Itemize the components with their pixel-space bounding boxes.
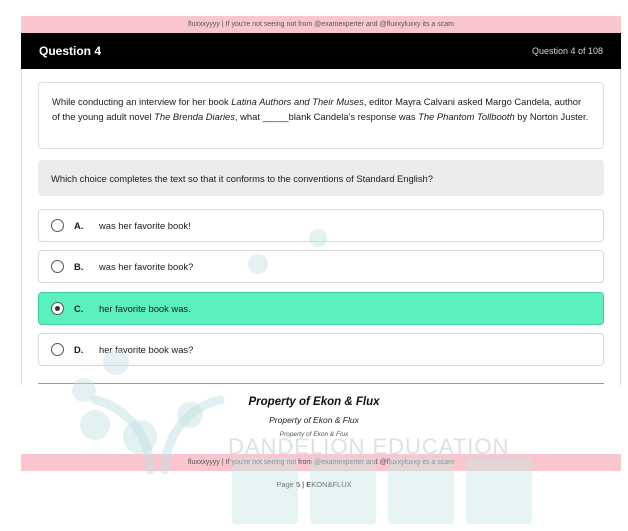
top-warning-banner: fluxxxyyyy | If you're not seeing not fr… xyxy=(21,16,621,33)
choice-text: was her favorite book! xyxy=(99,220,191,231)
choice-text: her favorite book was? xyxy=(99,344,194,355)
choice-letter: B. xyxy=(74,261,84,272)
passage-novel-title: The Brenda Diaries xyxy=(154,111,235,122)
radio-icon[interactable] xyxy=(51,260,64,273)
choice-d[interactable]: D. her favorite book was? xyxy=(38,333,604,366)
passage-book-title: Latina Authors and Their Muses xyxy=(231,96,364,107)
radio-icon[interactable] xyxy=(51,343,64,356)
passage-text-4: by Norton Juster. xyxy=(514,111,589,122)
choice-letter: D. xyxy=(74,344,84,355)
property-line-1: Property of Ekon & Flux xyxy=(248,396,380,408)
top-banner-text: fluxxxyyyy | If you're not seeing not fr… xyxy=(188,21,454,28)
section-divider xyxy=(38,383,604,384)
question-header: Question 4 Question 4 of 108 xyxy=(21,33,621,69)
choice-c[interactable]: C. her favorite book was. xyxy=(38,292,604,325)
property-line-2: Property of Ekon & Flux xyxy=(269,415,359,425)
left-page-border xyxy=(21,69,22,385)
property-line-3: Property of Ekon & Flux xyxy=(279,431,349,438)
radio-selected-icon[interactable] xyxy=(51,302,64,315)
choice-text: her favorite book was. xyxy=(99,303,191,314)
question-title: Question 4 xyxy=(39,44,102,58)
choice-letter: A. xyxy=(74,220,84,231)
question-prompt: Which choice completes the text so that … xyxy=(38,160,604,196)
passage-text-1: While conducting an interview for her bo… xyxy=(52,96,232,107)
page-footer: Page 5 | EKON&FLUX xyxy=(276,480,352,489)
bottom-warning-banner: fluxxxyyyy | If you're not seeing not fr… xyxy=(21,454,621,471)
radio-dot-icon xyxy=(55,306,60,311)
choice-text: was her favorite book? xyxy=(99,261,194,272)
choice-b[interactable]: B. was her favorite book? xyxy=(38,250,604,283)
passage-answer-title: The Phantom Tollbooth xyxy=(418,111,515,122)
choice-a[interactable]: A. was her favorite book! xyxy=(38,209,604,242)
question-counter: Question 4 of 108 xyxy=(531,46,603,56)
bottom-banner-text: fluxxxyyyy | If you're not seeing not fr… xyxy=(188,459,454,466)
question-passage: While conducting an interview for her bo… xyxy=(38,82,604,149)
choice-letter: C. xyxy=(74,303,84,314)
radio-icon[interactable] xyxy=(51,219,64,232)
passage-text-3: , what _____blank Candela's response was xyxy=(234,111,419,122)
right-page-border xyxy=(620,69,621,385)
prompt-text: Which choice completes the text so that … xyxy=(51,172,433,184)
